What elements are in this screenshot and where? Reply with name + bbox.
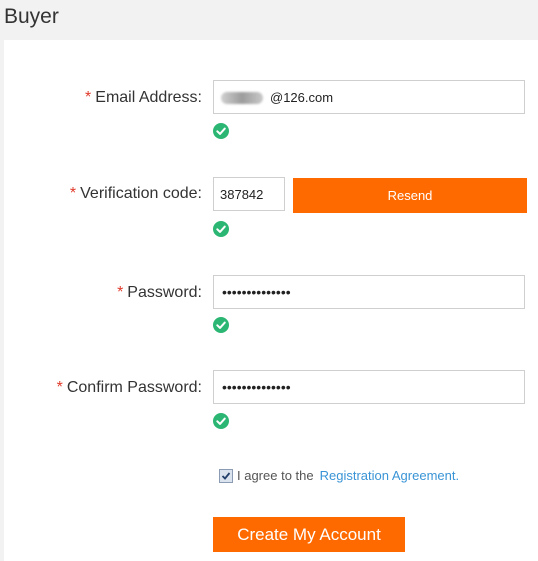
required-mark: * bbox=[69, 185, 77, 202]
page-header: Buyer bbox=[0, 0, 538, 40]
verification-code-field[interactable] bbox=[213, 177, 285, 211]
password-field[interactable] bbox=[213, 275, 525, 309]
password-label-text: Password: bbox=[127, 284, 202, 301]
required-mark: * bbox=[117, 284, 124, 301]
check-circle-icon bbox=[213, 317, 229, 333]
required-mark: * bbox=[56, 379, 63, 396]
redacted-email-prefix bbox=[221, 92, 263, 104]
check-circle-icon bbox=[213, 123, 229, 139]
required-mark: * bbox=[85, 89, 92, 106]
agreement-row: I agree to the Registration Agreement. bbox=[219, 468, 459, 484]
email-label-text: Email Address: bbox=[95, 89, 202, 106]
checkmark-icon bbox=[221, 471, 231, 480]
resend-button[interactable]: Resend bbox=[293, 178, 527, 213]
registration-agreement-link[interactable]: Registration Agreement. bbox=[320, 468, 459, 483]
check-circle-icon bbox=[213, 413, 229, 429]
create-account-button[interactable]: Create My Account bbox=[213, 517, 405, 552]
verification-label-text: Verification code: bbox=[80, 185, 202, 202]
agreement-text: I agree to the bbox=[237, 468, 314, 483]
email-label: * Email Address: bbox=[85, 89, 202, 107]
confirm-password-field[interactable] bbox=[213, 370, 525, 404]
confirm-password-label: * Confirm Password: bbox=[57, 379, 202, 397]
check-circle-icon bbox=[213, 221, 229, 237]
confirm-password-label-text: Confirm Password: bbox=[66, 379, 202, 396]
page-title: Buyer bbox=[4, 5, 59, 28]
password-label: * Password: bbox=[117, 284, 202, 302]
verification-label: * Verification code: bbox=[70, 185, 202, 203]
agreement-checkbox[interactable] bbox=[219, 468, 233, 483]
